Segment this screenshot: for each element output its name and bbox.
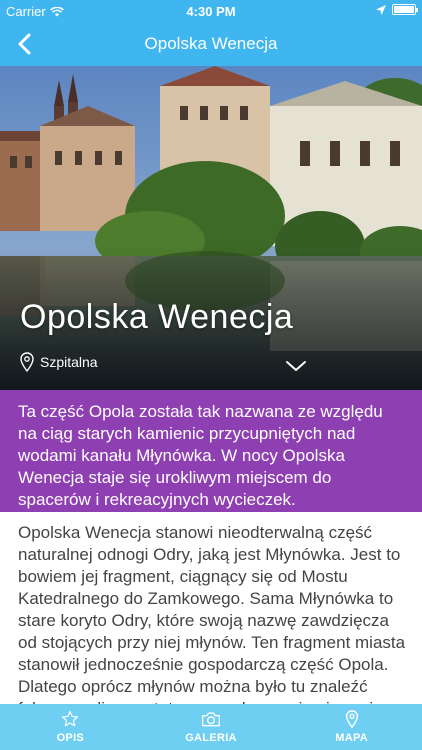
hero-photo	[0, 66, 422, 390]
map-pin-icon	[345, 710, 358, 728]
map-pin-icon	[20, 352, 34, 372]
hero-image: Opolska Wenecja Szpitalna	[0, 66, 422, 390]
status-bar: Carrier 4:30 PM	[0, 0, 422, 22]
nav-title: Opolska Wenecja	[144, 34, 278, 53]
navigation-bar: Opolska Wenecja	[0, 22, 422, 66]
location-label: Szpitalna	[20, 352, 98, 372]
tab-label-mapa: MAPA	[335, 732, 369, 744]
chevron-down-icon[interactable]	[284, 358, 308, 374]
tab-mapa[interactable]: MAPA	[281, 704, 422, 750]
battery-icon	[392, 4, 418, 15]
tab-opis[interactable]: OPIS	[0, 704, 141, 750]
intro-summary: Ta część Opola została tak nazwana ze wz…	[0, 390, 422, 512]
tab-label-opis: OPIS	[56, 732, 85, 744]
description-text: Opolska Wenecja stanowi nieodterwalną cz…	[18, 523, 406, 704]
star-icon	[62, 710, 79, 727]
hero-title: Opolska Wenecja	[20, 298, 294, 336]
tab-label-galeria: GALERIA	[185, 732, 237, 744]
location-text: Szpitalna	[40, 354, 98, 370]
camera-icon	[202, 712, 220, 727]
tab-galeria[interactable]: GALERIA	[141, 704, 282, 750]
location-arrow-icon	[376, 4, 386, 15]
tab-bar: OPIS GALERIA MAPA	[0, 704, 422, 750]
clock: 4:30 PM	[186, 4, 236, 19]
